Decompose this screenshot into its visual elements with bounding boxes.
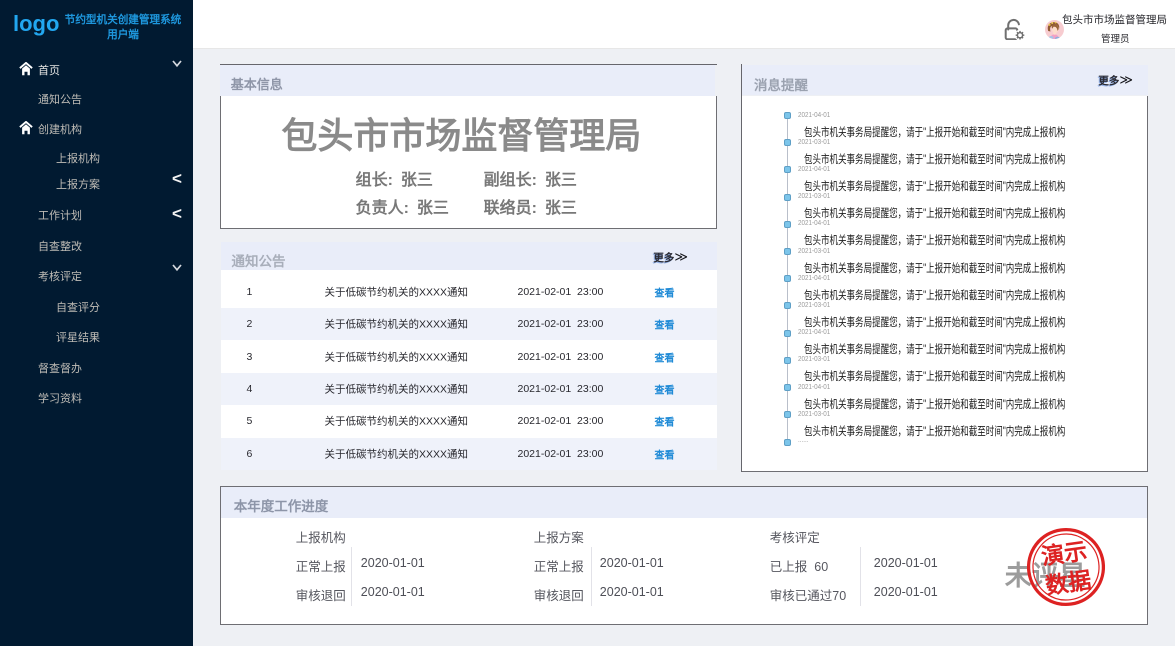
svg-text:演示: 演示 (1039, 538, 1088, 570)
